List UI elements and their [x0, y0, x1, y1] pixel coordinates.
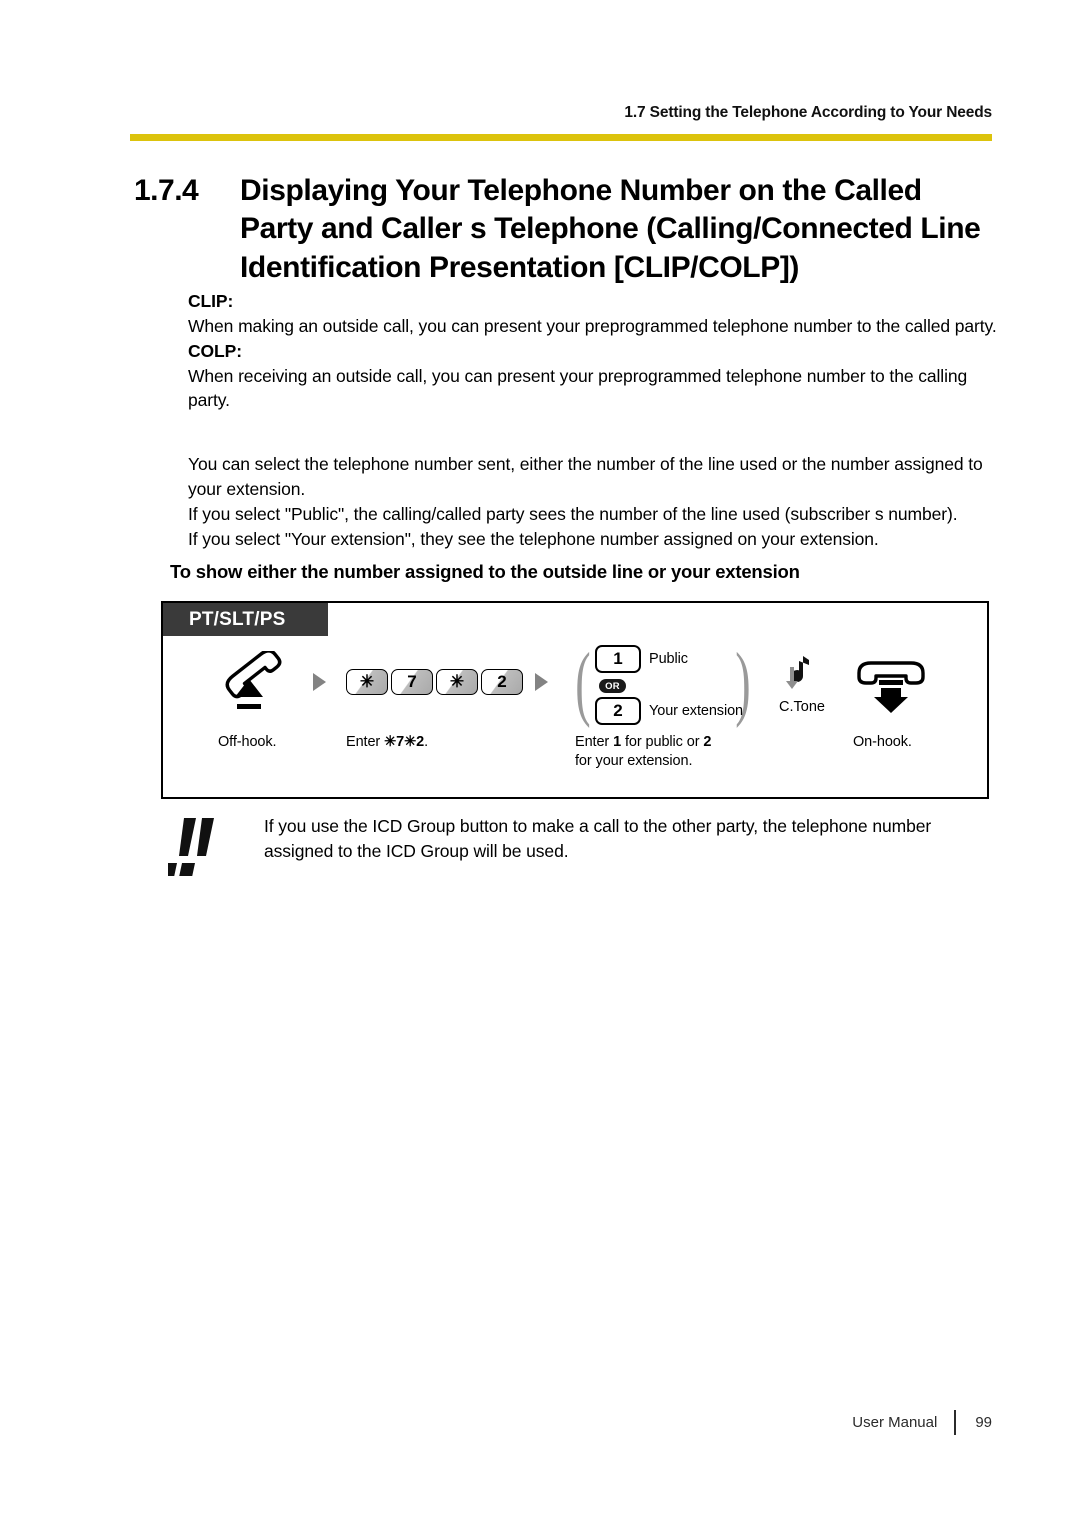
- header-rule: [130, 134, 992, 141]
- paragraph-public: If you select "Public", the calling/call…: [188, 503, 958, 524]
- colp-label: COLP:: [188, 340, 242, 361]
- running-header: 1.7 Setting the Telephone According to Y…: [624, 104, 992, 121]
- confirmation-tone: C.Tone: [765, 653, 839, 715]
- paragraph-select-number: You can select the telephone number sent…: [188, 454, 983, 499]
- bracket-left: (: [575, 636, 591, 729]
- footer-label: User Manual: [852, 1414, 938, 1431]
- section-heading: Displaying Your Telephone Number on the …: [240, 174, 981, 284]
- caption-choice-line2: for your extension.: [575, 753, 693, 770]
- caption-enter-prefix: Enter: [346, 734, 385, 750]
- key-star-2[interactable]: ✳: [436, 669, 478, 695]
- clip-label: CLIP:: [188, 291, 234, 311]
- choice-group: ( ) 1 Public OR 2 Your extension: [575, 636, 751, 731]
- option-extension-label: Your extension: [649, 703, 743, 719]
- key-1[interactable]: 1: [595, 645, 641, 673]
- selection-paragraphs: You can select the telephone number sent…: [188, 452, 1000, 551]
- flow-arrow-1: [313, 673, 326, 691]
- caption-feature-code: ✳7✳2: [384, 734, 425, 750]
- caption-on-hook: On-hook.: [853, 734, 912, 750]
- procedure-subheading: To show either the number assigned to th…: [170, 561, 800, 582]
- confirmation-tone-icon: [786, 656, 809, 689]
- clip-description: When making an outside call, you can pre…: [188, 315, 997, 336]
- caption-enter-suffix: .: [424, 734, 429, 750]
- confirmation-tone-label: C.Tone: [779, 699, 825, 715]
- option-public-label: Public: [649, 651, 688, 667]
- key-7[interactable]: 7: [391, 669, 433, 695]
- operation-diagram: PT/SLT/PS ✳ 7 ✳ 2 () 1 Public OR 2 Your…: [161, 601, 989, 799]
- key-2-option[interactable]: 2: [595, 697, 641, 725]
- page-title: 1.7.4 Displaying Your Telephone Number o…: [134, 172, 1004, 287]
- caption-choice-key2: 2: [703, 734, 712, 750]
- page-number: 99: [975, 1414, 992, 1431]
- flow-arrow-2: [535, 673, 548, 691]
- section-number: 1.7.4: [134, 174, 199, 207]
- caption-choice: Enter 1 for public or 2 for your extensi…: [575, 733, 785, 771]
- manual-page: 1.7 Setting the Telephone According to Y…: [0, 0, 1080, 1528]
- device-type-tab: PT/SLT/PS: [163, 603, 328, 636]
- caption-choice-a: Enter: [575, 734, 614, 750]
- caption-choice-key1: 1: [613, 734, 622, 750]
- handset-onhook-icon: [853, 653, 929, 718]
- key-2[interactable]: 2: [481, 669, 523, 695]
- footer-divider: [954, 1410, 957, 1435]
- caption-choice-c: for public or: [621, 734, 704, 750]
- choice-option-extension[interactable]: 2 Your extension: [595, 697, 743, 725]
- paragraph-your-extension: If you select "Your extension", they see…: [188, 528, 879, 549]
- keypad-keys: ✳ 7 ✳ 2: [346, 669, 523, 695]
- caption-enter-code: Enter ✳7✳2.: [346, 733, 428, 752]
- double-exclamation-icon: [161, 816, 226, 882]
- handset-offhook-icon: [217, 649, 295, 718]
- caption-off-hook: Off-hook.: [218, 734, 277, 750]
- or-badge: OR: [599, 679, 626, 693]
- procedure-steps: ✳ 7 ✳ 2 ( ) 1 Public OR 2 Your extension…: [163, 639, 987, 799]
- key-star-1[interactable]: ✳: [346, 669, 388, 695]
- clip-colp-block: CLIP: When making an outside call, you c…: [188, 289, 1000, 413]
- page-footer: User Manual 99: [852, 1410, 992, 1435]
- colp-description: When receiving an outside call, you can …: [188, 365, 968, 411]
- choice-option-public[interactable]: 1 Public: [595, 645, 688, 673]
- note-text: If you use the ICD Group button to make …: [264, 816, 932, 861]
- step-icons-row: ✳ 7 ✳ 2 ( ) 1 Public OR 2 Your extension…: [163, 641, 987, 725]
